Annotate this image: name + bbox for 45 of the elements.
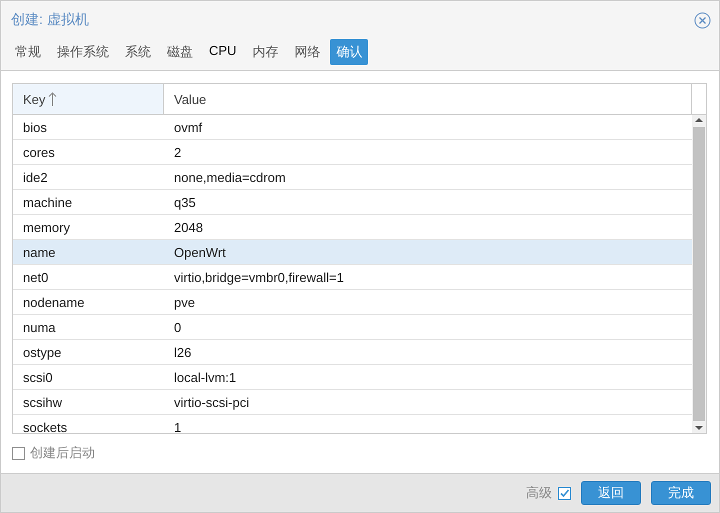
key-cell-text: machine bbox=[22, 194, 74, 210]
value-cell-text: 2 bbox=[173, 144, 182, 160]
value-cell-text: pve bbox=[173, 294, 196, 310]
key-cell-text: memory bbox=[22, 220, 71, 234]
tab[interactable]: 系统 bbox=[119, 39, 157, 65]
key-cell-text: ide2 bbox=[22, 170, 49, 184]
tab[interactable]: 内存 bbox=[246, 39, 284, 65]
value-cell-text: virtio,bridge=vmbr0,firewall=1 bbox=[173, 270, 345, 284]
tab[interactable]: 操作系统 bbox=[51, 39, 115, 65]
tab[interactable]: 网络 bbox=[288, 39, 326, 65]
value-cell-text: 1 bbox=[173, 420, 182, 433]
close-icon[interactable] bbox=[694, 12, 711, 28]
table-row[interactable]: name OpenWrt bbox=[13, 240, 692, 265]
key-cell-text: name bbox=[22, 244, 57, 260]
key-cell-text: bios bbox=[22, 120, 48, 134]
value-cell-text: l26 bbox=[173, 344, 192, 360]
key-cell-text: ostype bbox=[22, 344, 62, 360]
value-cell-text: virtio-scsi-pci bbox=[173, 394, 250, 410]
key-cell-text: net0 bbox=[22, 270, 50, 284]
column-header[interactable]: Key bbox=[13, 84, 164, 114]
window-title: 创建: 虚拟机 bbox=[11, 11, 89, 29]
value-cell-text: none,media=cdrom bbox=[173, 170, 287, 184]
scroll-up-icon[interactable] bbox=[695, 115, 703, 125]
value-cell-text: q35 bbox=[173, 194, 197, 210]
checkbox-label: 高级 bbox=[526, 484, 552, 502]
key-cell-text: sockets bbox=[22, 420, 68, 433]
value-cell-text: 2048 bbox=[173, 220, 204, 234]
value-cell-text: local-lvm:1 bbox=[173, 370, 238, 384]
value-cell-text: OpenWrt bbox=[173, 244, 227, 260]
tab[interactable]: 磁盘 bbox=[161, 39, 199, 65]
tab[interactable]: 常规 bbox=[9, 39, 47, 65]
key-cell-text: cores bbox=[22, 144, 56, 160]
scrollbar[interactable] bbox=[692, 115, 706, 433]
value-cell-text: 0 bbox=[173, 320, 182, 334]
tab[interactable]: CPU bbox=[203, 39, 242, 62]
key-cell-text: scsihw bbox=[22, 394, 64, 410]
key-cell-text: nodename bbox=[22, 294, 86, 310]
checkbox-label: 创建后启动 bbox=[30, 444, 95, 462]
scroll-down-icon[interactable] bbox=[695, 423, 703, 433]
checkbox[interactable] bbox=[12, 446, 25, 460]
key-cell-text: numa bbox=[22, 320, 57, 334]
checkbox[interactable] bbox=[558, 486, 571, 500]
value-cell-text: ovmf bbox=[173, 120, 204, 134]
key-cell-text: scsi0 bbox=[22, 370, 54, 384]
sort-up-icon bbox=[48, 92, 58, 106]
